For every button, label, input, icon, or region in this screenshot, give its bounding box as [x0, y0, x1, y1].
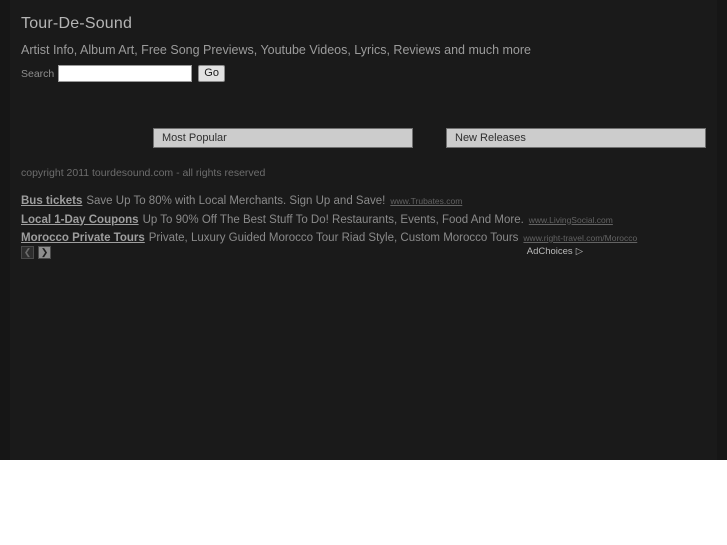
ad-description: Private, Luxury Guided Morocco Tour Riad… — [148, 232, 519, 244]
ad-url-link[interactable]: www.Trubates.com — [390, 196, 462, 206]
panel-new-releases[interactable]: New Releases — [446, 128, 706, 148]
adchoices-label: AdChoices — [526, 246, 573, 257]
right-gutter — [717, 0, 727, 460]
ad-description: Save Up To 80% with Local Merchants. Sig… — [86, 195, 386, 207]
ad-url-link[interactable]: www.LivingSocial.com — [529, 215, 613, 225]
search-form: Search Go — [21, 65, 225, 83]
ad-item: Bus tickets Save Up To 80% with Local Mer… — [21, 192, 581, 211]
ad-item: Local 1-Day Coupons Up To 90% Off The Bes… — [21, 211, 613, 230]
ad-title-link[interactable]: Bus tickets — [21, 195, 82, 207]
adchoices-triangle-icon: ▷ — [575, 246, 583, 257]
ad-block: Bus tickets Save Up To 80% with Local Mer… — [21, 192, 637, 248]
page-background: Tour-De-Sound Artist Info, Album Art, Fr… — [0, 0, 727, 460]
panel-most-popular[interactable]: Most Popular — [153, 128, 413, 148]
search-go-button[interactable]: Go — [198, 65, 225, 83]
panel-most-popular-title: Most Popular — [162, 132, 227, 144]
site-tagline: Artist Info, Album Art, Free Song Previe… — [21, 43, 531, 57]
ad-title-link[interactable]: Local 1-Day Coupons — [21, 214, 139, 226]
ad-url-link[interactable]: www.right-travel.com/Morocco — [523, 233, 637, 243]
ad-title-link[interactable]: Morocco Private Tours — [21, 232, 145, 244]
adchoices-button[interactable]: AdChoices ▷ — [527, 246, 583, 257]
ad-footer: ❮ ❯ AdChoices ▷ — [21, 246, 583, 262]
chevron-left-icon[interactable]: ❮ — [21, 246, 34, 259]
copyright-text: copyright 2011 tourdesound.com - all rig… — [21, 167, 266, 179]
ad-description: Up To 90% Off The Best Stuff To Do! Rest… — [142, 213, 524, 226]
search-input[interactable] — [58, 65, 193, 83]
panel-new-releases-title: New Releases — [455, 132, 526, 144]
chevron-right-icon[interactable]: ❯ — [38, 246, 51, 259]
ad-item: Morocco Private Tours Private, Luxury Gui… — [21, 229, 637, 248]
page-title: Tour-De-Sound — [21, 15, 133, 32]
page-content: Tour-De-Sound Artist Info, Album Art, Fr… — [10, 0, 717, 460]
left-gutter — [0, 0, 10, 460]
search-label: Search — [21, 67, 55, 80]
